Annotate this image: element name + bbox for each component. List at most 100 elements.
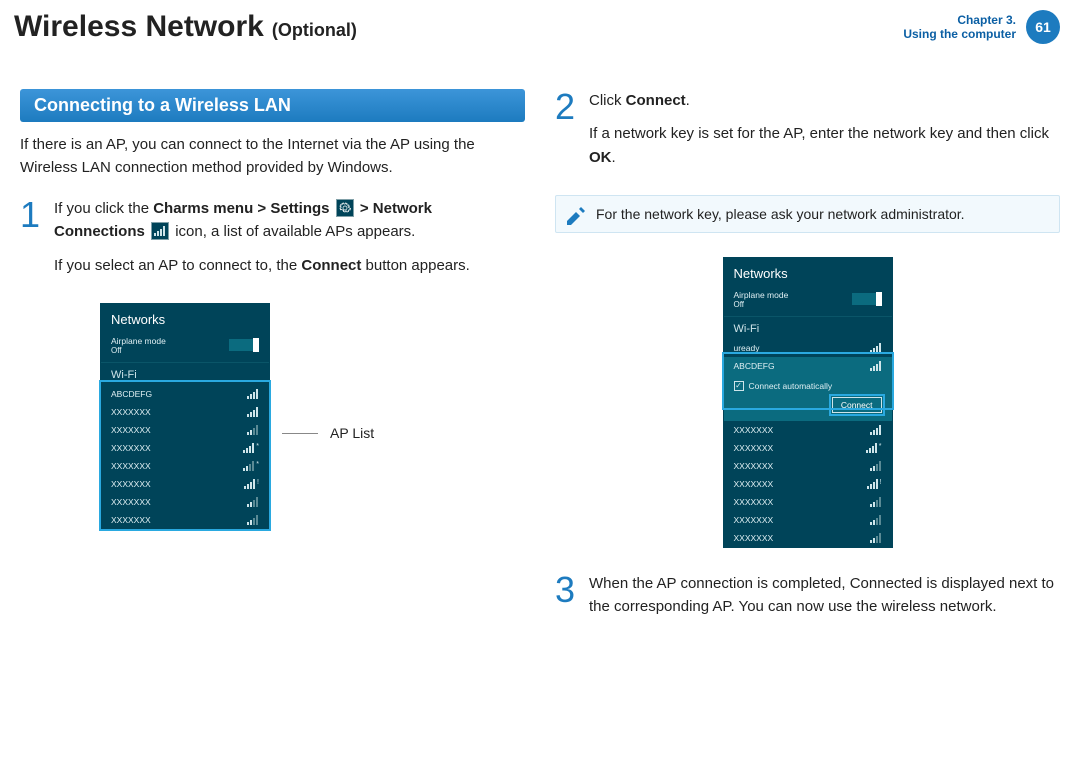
chapter-info: Chapter 3. Using the computer <box>903 13 1016 42</box>
right-column: 2 Click Connect. If a network key is set… <box>555 89 1060 634</box>
step-2-body: Click Connect. If a network key is set f… <box>589 89 1060 179</box>
selected-ap-expanded: ✓ Connect automatically Connect <box>724 375 892 421</box>
list-item-uready[interactable]: uready <box>724 339 892 357</box>
signal-bars-icon <box>247 425 259 435</box>
connect-button[interactable]: Connect <box>832 397 882 413</box>
text: If you select an AP to connect to, the <box>54 257 301 274</box>
text: button appears. <box>361 257 469 274</box>
wifi-section-label: Wi-Fi <box>101 362 269 385</box>
callout-line <box>282 433 318 434</box>
note-box: For the network key, please ask your net… <box>555 195 1060 233</box>
list-item[interactable]: XXXXXXX <box>724 511 892 529</box>
text: . <box>686 92 690 109</box>
page-body: Connecting to a Wireless LAN If there is… <box>0 55 1080 634</box>
signal-secured-icon: * <box>243 443 259 453</box>
signal-bars-icon <box>870 461 882 471</box>
list-item[interactable]: XXXXXXX <box>101 511 269 529</box>
ap-name: XXXXXXX <box>734 425 774 435</box>
list-item[interactable]: XXXXXXX <box>101 493 269 511</box>
page-title: Wireless Network <box>14 10 264 44</box>
text: If you click the <box>54 200 153 217</box>
networks-panel-1: Networks Airplane mode Off Wi-Fi ABCDEFG… <box>100 303 270 530</box>
bold-ok: OK <box>589 149 612 166</box>
section-heading: Connecting to a Wireless LAN <box>20 89 525 122</box>
airplane-mode-off: Off <box>111 346 166 355</box>
callout-ap-list: AP List <box>330 425 374 441</box>
page-number-badge: 61 <box>1026 10 1060 44</box>
bold-connect: Connect <box>626 92 686 109</box>
connect-button-row: Connect <box>734 397 882 413</box>
ap-name: XXXXXXX <box>111 461 151 471</box>
ap-name: XXXXXXX <box>111 425 151 435</box>
signal-bars-icon <box>870 515 882 525</box>
step-1-body: If you click the Charms menu > Settings … <box>54 197 525 287</box>
signal-bars-icon <box>247 515 259 525</box>
ap-name: XXXXXXX <box>111 479 151 489</box>
ap-name: XXXXXXX <box>734 533 774 543</box>
list-item[interactable]: XXXXXXX <box>724 421 892 439</box>
connect-auto-checkbox[interactable]: ✓ Connect automatically <box>734 381 882 391</box>
signal-bars-icon <box>870 343 882 353</box>
checkbox-checked-icon: ✓ <box>734 381 744 391</box>
header-right-group: Chapter 3. Using the computer 61 <box>903 10 1060 44</box>
ap-name: XXXXXXX <box>734 443 774 453</box>
airplane-mode-label: Airplane mode <box>734 290 789 300</box>
ap-name: XXXXXXX <box>734 461 774 471</box>
signal-bars-icon <box>870 425 882 435</box>
airplane-mode-toggle[interactable] <box>229 339 259 351</box>
chapter-line1: Chapter 3. <box>903 13 1016 27</box>
list-item-selected[interactable]: ABCDEFG <box>724 357 892 375</box>
ap-name: ABCDEFG <box>111 389 152 399</box>
signal-bars-icon <box>247 389 259 399</box>
signal-bars-icon <box>870 497 882 507</box>
networks-panel-2: Networks Airplane mode Off Wi-Fi uready … <box>723 257 893 548</box>
list-item[interactable]: XXXXXXX <box>724 457 892 475</box>
ap-name: XXXXXXX <box>111 515 151 525</box>
list-item[interactable]: XXXXXXX* <box>101 439 269 457</box>
list-item[interactable]: XXXXXXX <box>724 493 892 511</box>
airplane-mode-row: Airplane mode Off <box>101 333 269 358</box>
page-subtitle: (Optional) <box>272 20 357 41</box>
step-2-line1: Click Connect. <box>589 89 1060 112</box>
text: icon, a list of available APs appears. <box>175 223 415 240</box>
list-item[interactable]: XXXXXXX! <box>101 475 269 493</box>
connect-auto-label: Connect automatically <box>749 381 833 391</box>
step-number-3: 3 <box>555 572 577 619</box>
page-number: 61 <box>1035 19 1051 35</box>
list-item[interactable]: XXXXXXX <box>101 403 269 421</box>
step-number-2: 2 <box>555 89 577 179</box>
list-item[interactable]: ABCDEFG <box>101 385 269 403</box>
list-item[interactable]: XXXXXXX * <box>724 439 892 457</box>
list-item[interactable]: XXXXXXX <box>101 421 269 439</box>
signal-secured-icon: ! <box>867 479 882 489</box>
step-1-line2: If you select an AP to connect to, the C… <box>54 254 525 277</box>
airplane-mode-toggle[interactable] <box>852 293 882 305</box>
list-item[interactable]: XXXXXXX! <box>724 475 892 493</box>
page-header: Wireless Network (Optional) Chapter 3. U… <box>0 0 1080 55</box>
ap-list-container: ABCDEFG XXXXXXX XXXXXXX XXXXXXX* XXXXXXX… <box>101 385 269 529</box>
step-1: 1 If you click the Charms menu > Setting… <box>20 197 525 287</box>
network-bars-icon <box>151 222 169 240</box>
text: . <box>612 149 616 166</box>
panel1-title: Networks <box>101 304 269 333</box>
ap-name: XXXXXXX <box>111 407 151 417</box>
list-item[interactable]: XXXXXXX* <box>101 457 269 475</box>
screenshot-2-wrap: Networks Airplane mode Off Wi-Fi uready … <box>555 257 1060 548</box>
ap-name: XXXXXXX <box>734 497 774 507</box>
signal-bars-icon <box>870 361 882 371</box>
airplane-mode-label: Airplane mode <box>111 336 166 346</box>
left-column: Connecting to a Wireless LAN If there is… <box>20 89 525 634</box>
ap-name: XXXXXXX <box>734 479 774 489</box>
settings-gear-icon <box>336 199 354 217</box>
list-item[interactable]: XXXXXXX <box>724 529 892 547</box>
step-number-1: 1 <box>20 197 42 287</box>
ap-name: XXXXXXX <box>111 497 151 507</box>
signal-secured-icon: * <box>866 443 882 453</box>
intro-paragraph: If there is an AP, you can connect to th… <box>20 134 525 179</box>
charms-path: Charms menu > Settings <box>153 200 333 217</box>
step-1-line1: If you click the Charms menu > Settings … <box>54 197 525 244</box>
panel2-title: Networks <box>724 258 892 287</box>
step-3: 3 When the AP connection is completed, C… <box>555 572 1060 619</box>
ap-name: ABCDEFG <box>734 361 775 371</box>
step-3-text: When the AP connection is completed, Con… <box>589 572 1060 619</box>
